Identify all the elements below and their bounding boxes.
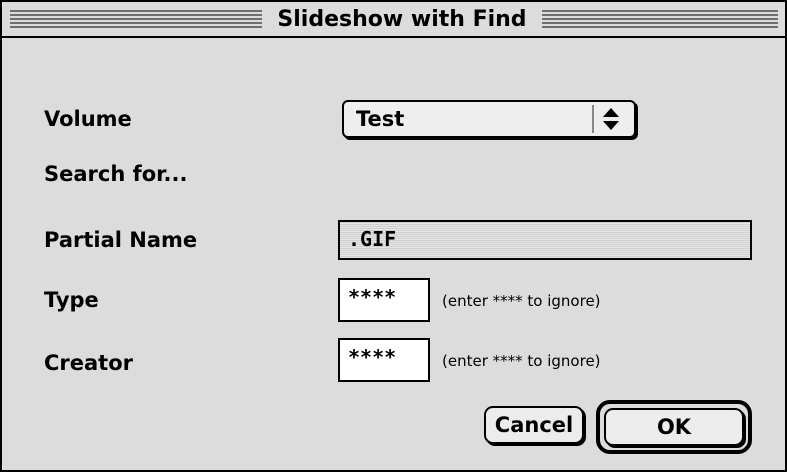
volume-label: Volume xyxy=(44,107,132,131)
type-label: Type xyxy=(44,288,99,312)
title-bar-stripes-right xyxy=(542,10,778,30)
creator-field[interactable]: **** xyxy=(338,338,430,382)
title-bar-stripes-left xyxy=(10,10,262,30)
title-bar[interactable]: Slideshow with Find xyxy=(2,2,785,38)
creator-hint: (enter **** to ignore) xyxy=(442,352,601,370)
creator-label: Creator xyxy=(44,351,134,375)
search-for-label: Search for... xyxy=(44,162,188,186)
type-field[interactable]: **** xyxy=(338,278,430,322)
volume-popup[interactable]: Test xyxy=(342,100,636,138)
partial-name-field[interactable]: .GIF xyxy=(338,220,752,260)
up-down-arrows-icon xyxy=(592,105,628,133)
dialog-window: Slideshow with Find Volume Test Search f… xyxy=(0,0,787,472)
volume-popup-value: Test xyxy=(356,107,405,131)
partial-name-label: Partial Name xyxy=(44,228,198,252)
window-title: Slideshow with Find xyxy=(264,6,540,34)
ok-button[interactable]: OK xyxy=(604,408,744,446)
type-hint: (enter **** to ignore) xyxy=(442,292,601,310)
cancel-button[interactable]: Cancel xyxy=(484,406,584,444)
